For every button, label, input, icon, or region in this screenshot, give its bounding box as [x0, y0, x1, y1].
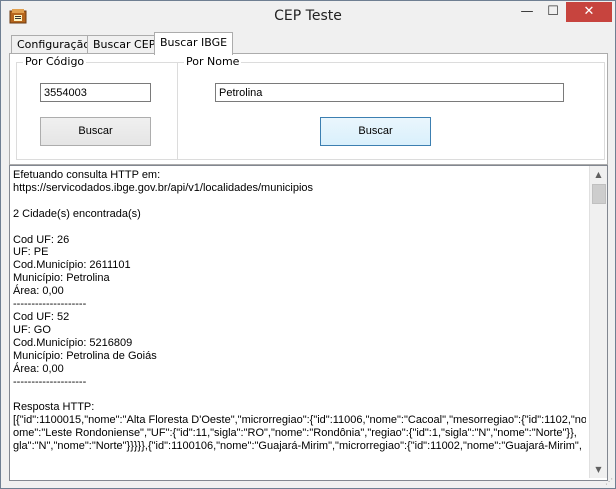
buscar-nome-button[interactable]: Buscar — [320, 117, 431, 146]
scroll-down-icon[interactable]: ▼ — [590, 461, 607, 478]
group-label: Por Código — [23, 55, 87, 68]
vertical-scrollbar[interactable]: ▲ ▼ — [589, 166, 607, 478]
tab-buscar-cep[interactable]: Buscar CEP — [87, 35, 162, 54]
minimize-button[interactable]: — — [514, 2, 540, 22]
close-button[interactable]: ✕ — [566, 2, 612, 22]
scroll-up-icon[interactable]: ▲ — [590, 166, 607, 183]
app-window: CEP Teste — ☐ ✕ Configuração Buscar CEP … — [0, 0, 616, 489]
group-label: Por Nome — [184, 55, 242, 68]
output-textarea[interactable]: Efetuando consulta HTTP em: https://serv… — [9, 165, 608, 481]
tab-label: Buscar CEP — [93, 38, 156, 51]
resize-grip-icon[interactable]: ⋰ — [605, 477, 613, 486]
tab-label: Configuração — [17, 38, 91, 51]
title-bar[interactable]: CEP Teste — ☐ ✕ — [1, 1, 615, 31]
scroll-thumb[interactable] — [592, 184, 606, 204]
tab-buscar-ibge[interactable]: Buscar IBGE — [154, 32, 234, 55]
tab-label: Buscar IBGE — [160, 36, 228, 49]
output-text: Efetuando consulta HTTP em: https://serv… — [13, 169, 586, 453]
client-area: Configuração Buscar CEP Buscar IBGE Por … — [9, 32, 608, 481]
tab-configuracao[interactable]: Configuração — [11, 35, 97, 54]
codigo-input[interactable]: 3554003 — [40, 83, 151, 102]
minimize-icon: — — [520, 4, 534, 19]
group-por-nome: Por Nome Petrolina Buscar — [177, 55, 605, 160]
maximize-button[interactable]: ☐ — [540, 2, 566, 22]
buscar-codigo-button[interactable]: Buscar — [40, 117, 151, 146]
close-icon: ✕ — [583, 4, 595, 19]
tab-strip: Configuração Buscar CEP Buscar IBGE — [9, 32, 608, 55]
maximize-icon: ☐ — [547, 4, 559, 19]
tab-page-buscar-ibge: Por Código 3554003 Buscar Por Nome Petro… — [9, 53, 608, 165]
nome-input[interactable]: Petrolina — [215, 83, 564, 102]
group-por-codigo: Por Código 3554003 Buscar — [16, 55, 178, 160]
